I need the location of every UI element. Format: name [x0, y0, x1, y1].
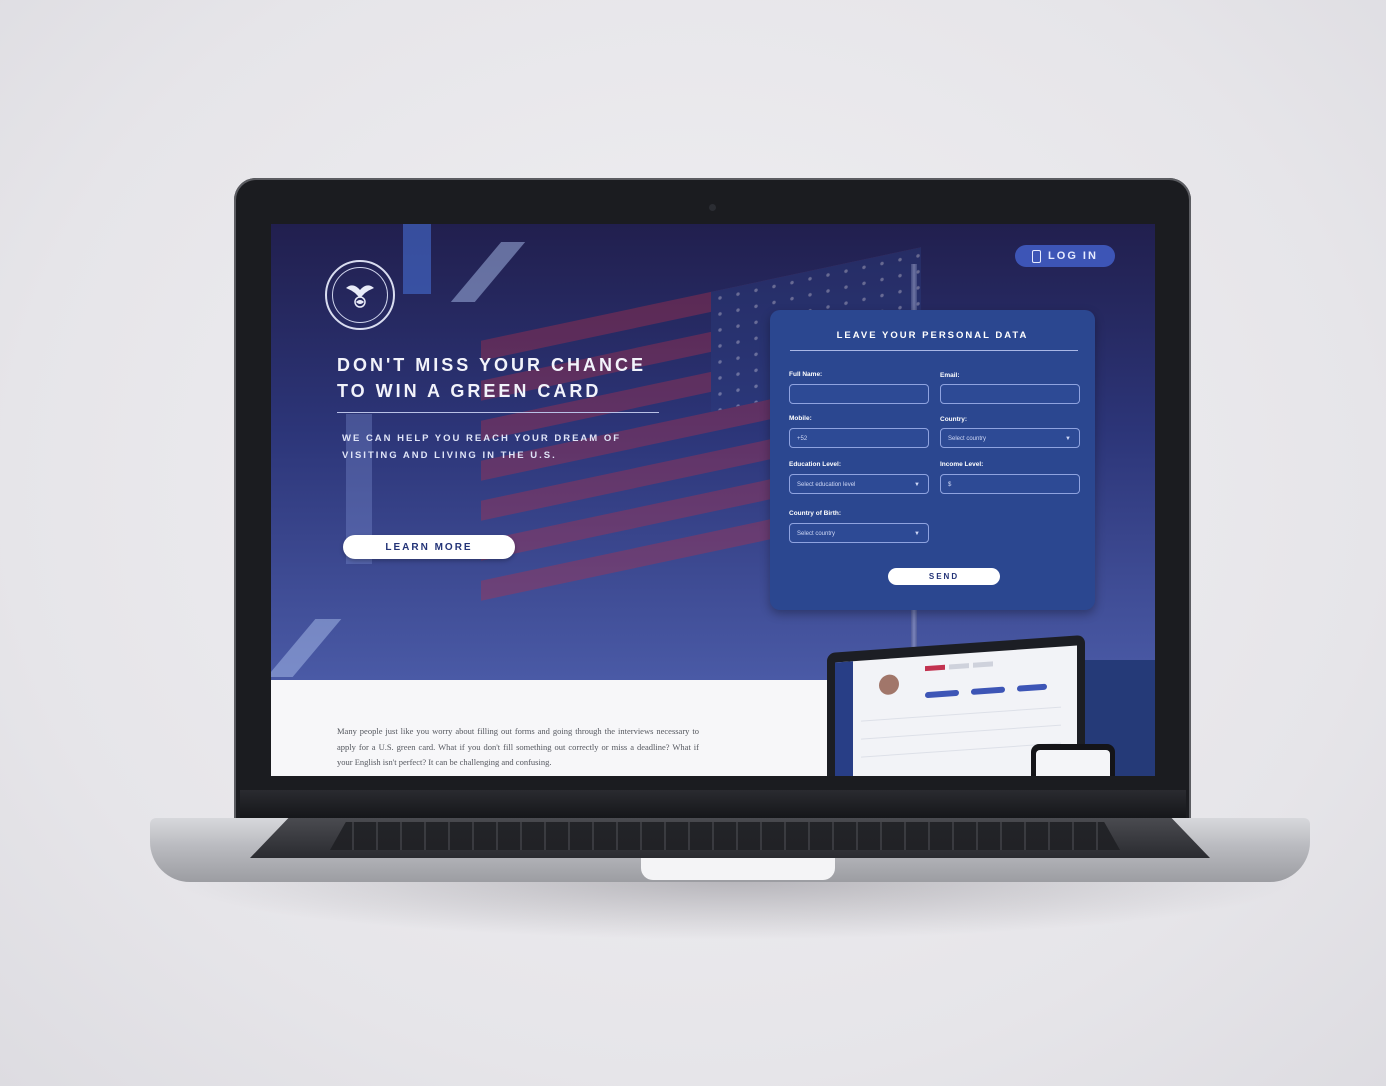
birth-country-label: Country of Birth:	[789, 510, 841, 517]
subtitle-line-1: WE CAN HELP YOU REACH YOUR DREAM OF	[342, 433, 622, 444]
caret-down-icon: ▼	[914, 531, 920, 537]
headline-line-1: DON'T MISS YOUR CHANCE	[337, 355, 646, 375]
keyboard	[330, 822, 1120, 850]
income-field[interactable]: $	[940, 474, 1080, 494]
personal-data-form: LEAVE YOUR PERSONAL DATA Full Name: Emai…	[770, 310, 1095, 610]
birth-country-select-value: Select country	[797, 531, 836, 537]
intro-paragraph: Many people just like you worry about fi…	[337, 726, 699, 767]
full-name-field[interactable]	[789, 384, 929, 404]
education-select-value: Select education level	[797, 482, 856, 488]
education-label: Education Level:	[789, 461, 842, 468]
country-select-value: Select country	[948, 436, 987, 442]
email-field[interactable]	[940, 384, 1080, 404]
brand-logo[interactable]	[325, 260, 395, 330]
laptop-shadow	[170, 880, 1300, 940]
form-divider	[790, 350, 1078, 351]
trackpad-notch	[641, 858, 835, 880]
laptop-hinge	[240, 790, 1186, 820]
eagle-seal-icon	[332, 267, 388, 323]
country-select[interactable]: Select country ▼	[940, 428, 1080, 448]
hero-headline: DON'T MISS YOUR CHANCE TO WIN A GREEN CA…	[337, 352, 677, 404]
hero-subtitle: WE CAN HELP YOU REACH YOUR DREAM OF VISI…	[342, 430, 652, 464]
mobile-label: Mobile:	[789, 415, 812, 422]
decor-shard	[403, 224, 431, 294]
laptop-screen: LOG IN DON'T MISS YOUR CHANCE TO WIN A G…	[271, 224, 1155, 776]
device-mockup-phone	[1031, 744, 1115, 776]
headline-divider	[337, 412, 659, 413]
decor-shard	[271, 619, 342, 677]
subtitle-line-2: VISITING AND LIVING IN THE U.S.	[342, 450, 557, 461]
hero-section: LOG IN DON'T MISS YOUR CHANCE TO WIN A G…	[271, 224, 1155, 680]
country-label: Country:	[940, 416, 968, 423]
login-button[interactable]: LOG IN	[1015, 245, 1115, 267]
phone-icon	[1032, 249, 1042, 263]
caret-down-icon: ▼	[1065, 436, 1071, 442]
headline-line-2: TO WIN A GREEN CARD	[337, 381, 602, 401]
send-button[interactable]: SEND	[888, 568, 1000, 585]
decor-shard	[450, 242, 526, 302]
birth-country-select[interactable]: Select country ▼	[789, 523, 929, 543]
form-title: LEAVE YOUR PERSONAL DATA	[836, 330, 1029, 341]
login-label: LOG IN	[1048, 250, 1098, 262]
education-select[interactable]: Select education level ▼	[789, 474, 929, 494]
full-name-label: Full Name:	[789, 371, 823, 378]
caret-down-icon: ▼	[914, 482, 920, 488]
webcam	[709, 204, 716, 211]
mobile-field[interactable]: +52	[789, 428, 929, 448]
income-label: Income Level:	[940, 461, 984, 468]
email-label: Email:	[940, 372, 960, 379]
learn-more-button[interactable]: LEARN MORE	[343, 535, 515, 559]
